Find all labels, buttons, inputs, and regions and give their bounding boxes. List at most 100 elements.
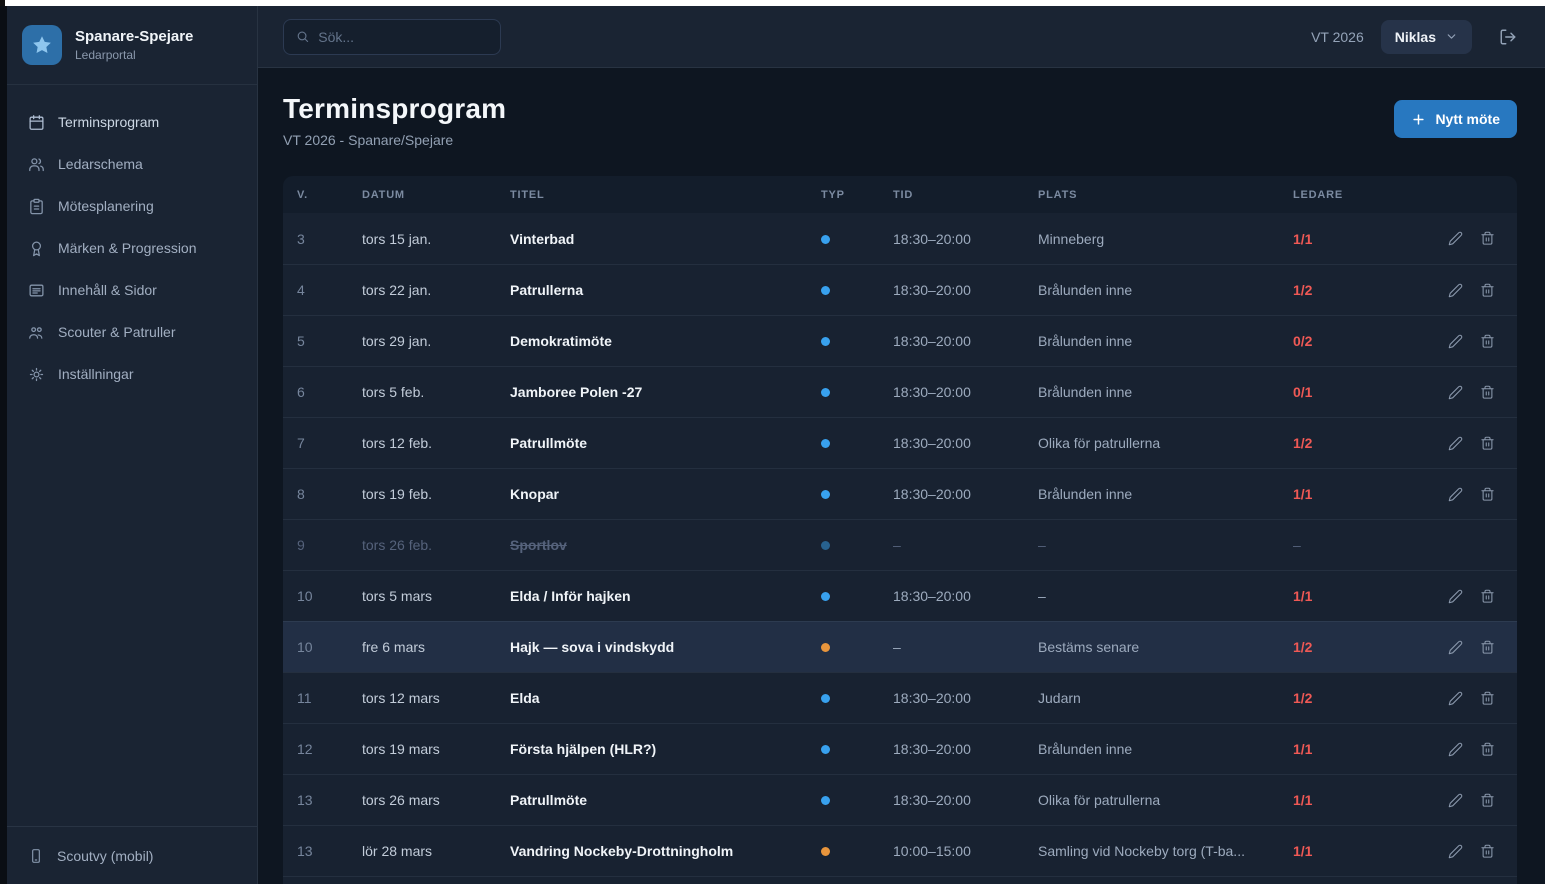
table-row[interactable]: 8 tors 19 feb. Knopar 18:30–20:00 Brålun… xyxy=(283,468,1517,519)
edit-button[interactable] xyxy=(1448,283,1463,298)
edit-button[interactable] xyxy=(1448,640,1463,655)
table-row[interactable]: 5 tors 29 jan. Demokratimöte 18:30–20:00… xyxy=(283,315,1517,366)
time-cell: 18:30–20:00 xyxy=(893,384,1038,400)
sidebar-item-label: Scouter & Patruller xyxy=(58,324,176,340)
search-input[interactable] xyxy=(318,29,488,45)
sidebar-item-1[interactable]: Ledarschema xyxy=(7,143,257,185)
delete-button[interactable] xyxy=(1480,640,1495,655)
type-cell xyxy=(821,333,893,349)
sidebar-item-scoutvy-mobil[interactable]: Scoutvy (mobil) xyxy=(7,827,257,884)
table-row[interactable]: 10 tors 5 mars Elda / Inför hajken 18:30… xyxy=(283,570,1517,621)
new-meeting-button[interactable]: Nytt möte xyxy=(1394,100,1517,138)
gear-icon xyxy=(28,366,45,383)
title-cell: Elda / Inför hajken xyxy=(510,588,821,604)
date-cell: tors 19 feb. xyxy=(362,486,510,502)
screen: Spanare-Spejare Ledarportal Terminsprogr… xyxy=(0,0,1545,884)
pencil-icon xyxy=(1448,283,1463,298)
week-cell: 13 xyxy=(297,792,362,808)
page-header: Terminsprogram VT 2026 - Spanare/Spejare… xyxy=(283,93,1517,148)
edit-button[interactable] xyxy=(1448,793,1463,808)
logout-button[interactable] xyxy=(1499,28,1517,46)
right-column: VT 2026 Niklas Terminsprogram VT 2026 - … xyxy=(258,6,1545,884)
award-icon xyxy=(28,240,45,257)
table-row[interactable]: 4 tors 22 jan. Patrullerna 18:30–20:00 B… xyxy=(283,264,1517,315)
sidebar-footer-label: Scoutvy (mobil) xyxy=(57,848,153,864)
topbar: VT 2026 Niklas xyxy=(258,6,1545,68)
table-row-partial xyxy=(283,876,1517,884)
delete-button[interactable] xyxy=(1480,793,1495,808)
leaders-cell: 1/1 xyxy=(1293,792,1418,808)
table-row[interactable]: 12 tors 19 mars Första hjälpen (HLR?) 18… xyxy=(283,723,1517,774)
place-cell: Judarn xyxy=(1038,690,1293,706)
delete-button[interactable] xyxy=(1480,589,1495,604)
table-row[interactable]: 7 tors 12 feb. Patrullmöte 18:30–20:00 O… xyxy=(283,417,1517,468)
edit-button[interactable] xyxy=(1448,436,1463,451)
sidebar-item-0[interactable]: Terminsprogram xyxy=(7,101,257,143)
delete-button[interactable] xyxy=(1480,385,1495,400)
table-row[interactable]: 11 tors 12 mars Elda 18:30–20:00 Judarn … xyxy=(283,672,1517,723)
table-row[interactable]: 10 fre 6 mars Hajk — sova i vindskydd – … xyxy=(283,621,1517,672)
delete-button[interactable] xyxy=(1480,691,1495,706)
time-cell: 18:30–20:00 xyxy=(893,282,1038,298)
row-actions xyxy=(1418,436,1495,451)
time-cell: 18:30–20:00 xyxy=(893,231,1038,247)
table-row[interactable]: 9 tors 26 feb. Sportlov – – – xyxy=(283,519,1517,570)
week-cell: 10 xyxy=(297,639,362,655)
edit-button[interactable] xyxy=(1448,589,1463,604)
trash-icon xyxy=(1480,691,1495,706)
edit-button[interactable] xyxy=(1448,844,1463,859)
delete-button[interactable] xyxy=(1480,231,1495,246)
delete-button[interactable] xyxy=(1480,487,1495,502)
sidebar-item-3[interactable]: Märken & Progression xyxy=(7,227,257,269)
week-cell: 7 xyxy=(297,435,362,451)
date-cell: tors 12 feb. xyxy=(362,435,510,451)
user-menu-button[interactable]: Niklas xyxy=(1381,20,1472,54)
delete-button[interactable] xyxy=(1480,436,1495,451)
delete-button[interactable] xyxy=(1480,334,1495,349)
pencil-icon xyxy=(1448,436,1463,451)
sidebar-item-2[interactable]: Mötesplanering xyxy=(7,185,257,227)
sidebar-item-6[interactable]: Inställningar xyxy=(7,353,257,395)
leaders-cell: 1/2 xyxy=(1293,690,1418,706)
edit-button[interactable] xyxy=(1448,691,1463,706)
page-title-block: Terminsprogram VT 2026 - Spanare/Spejare xyxy=(283,93,506,148)
type-dot-icon xyxy=(821,745,830,754)
table-row[interactable]: 6 tors 5 feb. Jamboree Polen -27 18:30–2… xyxy=(283,366,1517,417)
trash-icon xyxy=(1480,589,1495,604)
date-cell: tors 5 feb. xyxy=(362,384,510,400)
type-cell xyxy=(821,843,893,859)
new-meeting-label: Nytt möte xyxy=(1435,111,1500,127)
title-cell: Jamboree Polen -27 xyxy=(510,384,821,400)
sidebar-item-5[interactable]: Scouter & Patruller xyxy=(7,311,257,353)
table-row[interactable]: 13 lör 28 mars Vandring Nockeby-Drottnin… xyxy=(283,825,1517,876)
leaders-cell: 1/1 xyxy=(1293,843,1418,859)
edit-button[interactable] xyxy=(1448,742,1463,757)
edit-button[interactable] xyxy=(1448,334,1463,349)
col-title: TITEL xyxy=(510,189,821,201)
type-dot-icon xyxy=(821,286,830,295)
users-icon xyxy=(28,156,45,173)
table-row[interactable]: 3 tors 15 jan. Vinterbad 18:30–20:00 Min… xyxy=(283,213,1517,264)
type-cell xyxy=(821,588,893,604)
title-cell: Patrullmöte xyxy=(510,435,821,451)
date-cell: tors 26 feb. xyxy=(362,537,510,553)
type-cell xyxy=(821,792,893,808)
leaders-cell: 0/1 xyxy=(1293,384,1418,400)
delete-button[interactable] xyxy=(1480,844,1495,859)
edit-button[interactable] xyxy=(1448,231,1463,246)
delete-button[interactable] xyxy=(1480,283,1495,298)
table-row[interactable]: 13 tors 26 mars Patrullmöte 18:30–20:00 … xyxy=(283,774,1517,825)
row-actions xyxy=(1418,742,1495,757)
type-cell xyxy=(821,282,893,298)
chevron-down-icon xyxy=(1445,30,1458,43)
week-cell: 9 xyxy=(297,537,362,553)
delete-button[interactable] xyxy=(1480,742,1495,757)
date-cell: tors 26 mars xyxy=(362,792,510,808)
type-cell xyxy=(821,690,893,706)
edit-button[interactable] xyxy=(1448,385,1463,400)
leaders-cell: 1/1 xyxy=(1293,231,1418,247)
sidebar-item-4[interactable]: Innehåll & Sidor xyxy=(7,269,257,311)
type-cell xyxy=(821,384,893,400)
time-cell: 18:30–20:00 xyxy=(893,486,1038,502)
edit-button[interactable] xyxy=(1448,487,1463,502)
